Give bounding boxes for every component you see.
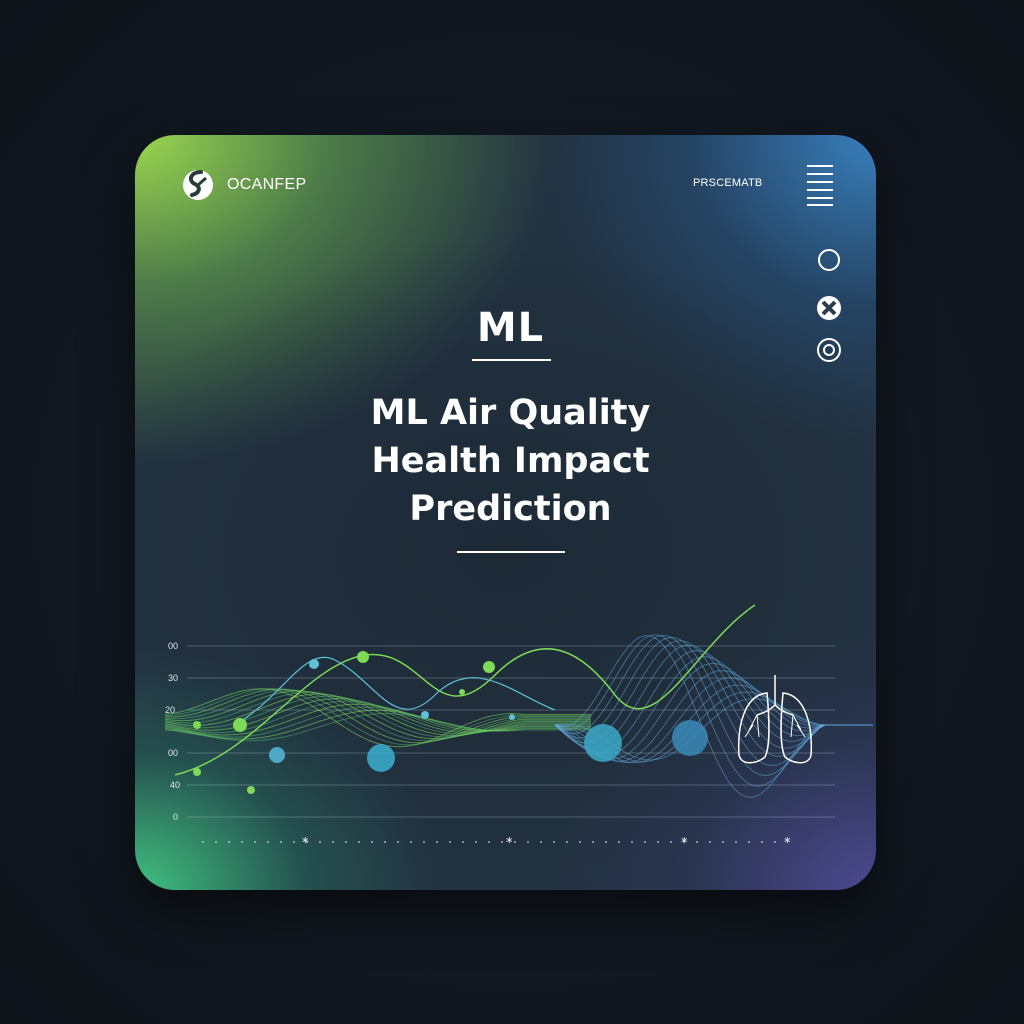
data-point bbox=[421, 711, 429, 719]
timeline-dot bbox=[332, 841, 334, 843]
timeline-dot bbox=[488, 841, 490, 843]
accent-line bbox=[234, 656, 556, 726]
y-tick-label: 00 bbox=[168, 641, 178, 651]
timeline-dot bbox=[670, 841, 672, 843]
timeline-dot bbox=[371, 841, 373, 843]
hero-card: OCANFEP PRSCEMATB ML ML Air Quality Heal… bbox=[135, 135, 876, 890]
data-point bbox=[357, 651, 369, 663]
timeline-dots: * * * * bbox=[202, 836, 791, 851]
timeline-dot bbox=[618, 841, 620, 843]
timeline-dot bbox=[761, 841, 763, 843]
data-point bbox=[309, 659, 319, 669]
timeline-dot bbox=[267, 841, 269, 843]
timeline-marker: * bbox=[506, 836, 513, 851]
data-point bbox=[459, 689, 465, 695]
timeline-dot bbox=[293, 841, 295, 843]
data-point bbox=[233, 718, 247, 732]
timeline-dot bbox=[527, 841, 529, 843]
timeline-dot bbox=[319, 841, 321, 843]
data-point bbox=[483, 661, 495, 673]
timeline-dot bbox=[540, 841, 542, 843]
timeline-dot bbox=[748, 841, 750, 843]
data-point bbox=[672, 720, 708, 756]
timeline-dot bbox=[449, 841, 451, 843]
timeline-dot bbox=[592, 841, 594, 843]
timeline-dot bbox=[644, 841, 646, 843]
timeline-dot bbox=[254, 841, 256, 843]
timeline-dot bbox=[436, 841, 438, 843]
timeline-dot bbox=[423, 841, 425, 843]
data-point bbox=[584, 724, 622, 762]
data-point bbox=[193, 768, 201, 776]
timeline-dot bbox=[241, 841, 243, 843]
wave-chart: 00302000400 * * * * bbox=[164, 604, 873, 851]
timeline-dot bbox=[657, 841, 659, 843]
timeline-dot bbox=[631, 841, 633, 843]
data-points bbox=[193, 651, 708, 794]
data-point bbox=[247, 786, 255, 794]
timeline-dot bbox=[215, 841, 217, 843]
timeline-dot bbox=[397, 841, 399, 843]
data-point bbox=[193, 721, 201, 729]
timeline-dot bbox=[566, 841, 568, 843]
timeline-marker: * bbox=[784, 836, 791, 851]
timeline-dot bbox=[410, 841, 412, 843]
timeline-dot bbox=[605, 841, 607, 843]
timeline-dot bbox=[358, 841, 360, 843]
data-point bbox=[367, 744, 395, 772]
timeline-dot bbox=[462, 841, 464, 843]
timeline-dot bbox=[735, 841, 737, 843]
timeline-dot bbox=[696, 841, 698, 843]
y-tick-label: 30 bbox=[168, 673, 178, 683]
wave-line bbox=[554, 635, 873, 798]
timeline-dot bbox=[514, 841, 516, 843]
timeline-dot bbox=[202, 841, 204, 843]
y-tick-label: 40 bbox=[170, 780, 180, 790]
timeline-dot bbox=[501, 841, 503, 843]
y-tick-label: 0 bbox=[173, 812, 178, 822]
timeline-dot bbox=[345, 841, 347, 843]
data-point bbox=[509, 714, 515, 720]
timeline-dot bbox=[384, 841, 386, 843]
timeline-dot bbox=[722, 841, 724, 843]
timeline-dot bbox=[280, 841, 282, 843]
wave-lines bbox=[164, 604, 873, 798]
timeline-dot bbox=[774, 841, 776, 843]
data-point bbox=[269, 747, 285, 763]
accent-line bbox=[174, 604, 756, 776]
timeline-marker: * bbox=[302, 836, 309, 851]
timeline-marker: * bbox=[681, 836, 688, 851]
timeline-dot bbox=[579, 841, 581, 843]
timeline-dot bbox=[709, 841, 711, 843]
y-tick-label: 00 bbox=[168, 748, 178, 758]
timeline-dot bbox=[475, 841, 477, 843]
timeline-dot bbox=[553, 841, 555, 843]
timeline-dot bbox=[228, 841, 230, 843]
